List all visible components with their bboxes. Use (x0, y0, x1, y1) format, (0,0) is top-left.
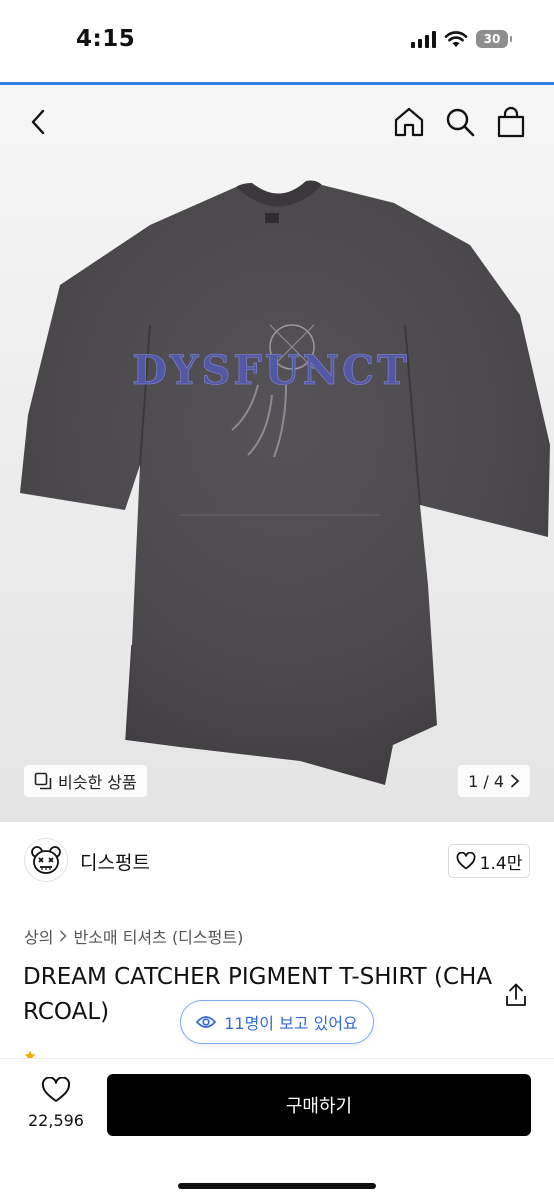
status-bar: 4:15 30 (0, 0, 554, 84)
wishlist-button[interactable]: 22,596 (20, 1077, 92, 1130)
cart-button[interactable] (494, 105, 528, 139)
home-button[interactable] (392, 105, 426, 139)
eye-icon (196, 1016, 217, 1028)
product-image-tshirt[interactable]: DYSFUNCT (0, 85, 554, 822)
search-icon (446, 108, 475, 137)
brand-name[interactable]: 디스펑트 (80, 848, 150, 875)
wifi-icon (444, 31, 468, 47)
viewers-label: 11명이 보고 있어요 (224, 1014, 358, 1033)
similar-products-label: 비슷한 상품 (58, 773, 137, 792)
brand-like-count: 1.4만 (479, 853, 523, 874)
status-icons: 30 (411, 30, 512, 48)
home-icon (394, 107, 424, 137)
heart-icon (41, 1077, 71, 1102)
search-button[interactable] (443, 105, 477, 139)
breadcrumb-category[interactable]: 상의 (24, 924, 53, 948)
shirt-graphic-text: DYSFUNCT (132, 347, 410, 394)
share-button[interactable] (504, 982, 528, 1008)
product-image-gallery[interactable]: DYSFUNCT 비슷한 상품 1 / 4 (0, 85, 554, 822)
copy-icon (34, 772, 52, 790)
chevron-right-icon (60, 930, 68, 942)
share-icon (506, 983, 526, 1006)
page-indicator: 1 / 4 (468, 771, 504, 791)
chevron-left-icon (31, 109, 45, 135)
home-indicator (178, 1183, 376, 1189)
similar-products-button[interactable]: 비슷한 상품 (24, 765, 147, 797)
brand-logo[interactable] (24, 838, 68, 882)
chevron-right-icon (511, 774, 520, 788)
viewers-badge: 11명이 보고 있어요 (180, 1000, 374, 1044)
breadcrumb-subcategory[interactable]: 반소매 티셔츠 (디스펑트) (73, 924, 243, 948)
battery-icon: 30 (476, 30, 512, 48)
bear-logo-icon (31, 846, 61, 874)
brand-row: 디스펑트 1.4만 (0, 822, 554, 902)
brand-like-button[interactable]: 1.4만 (448, 844, 530, 878)
breadcrumb: 상의 반소매 티셔츠 (디스펑트) (24, 924, 243, 948)
back-button[interactable] (22, 105, 56, 139)
bottom-action-bar: 22,596 구매하기 (0, 1058, 554, 1200)
cellular-signal-icon (411, 30, 436, 48)
wishlist-count: 22,596 (28, 1111, 84, 1130)
image-pager[interactable]: 1 / 4 (458, 765, 530, 797)
buy-button[interactable]: 구매하기 (107, 1074, 531, 1136)
shopping-bag-icon (497, 106, 525, 138)
heart-icon (456, 852, 476, 870)
status-time: 4:15 (76, 26, 136, 52)
battery-level: 30 (483, 32, 501, 46)
